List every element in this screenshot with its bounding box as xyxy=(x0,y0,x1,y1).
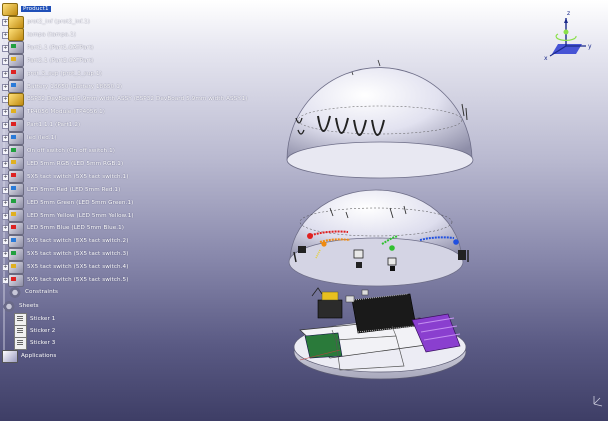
tree-constraints-label: Constraints xyxy=(25,289,59,295)
tree-item-label: 5X5 tact switch (5X5 tact switch.4) xyxy=(27,264,129,271)
base-assembly[interactable] xyxy=(293,287,467,380)
tree-item-label: prot_3_sup (prot_3_sup.1) xyxy=(27,70,102,77)
part-icon xyxy=(8,170,24,184)
part-icon xyxy=(8,196,24,210)
tree-item[interactable]: + tampa (tampa.1) xyxy=(2,28,77,42)
product-icon xyxy=(8,92,24,106)
tree-item[interactable]: +5X5 tact switch (5X5 tact switch.1) xyxy=(2,170,129,184)
tree-item-label: prot2_inf (prot2_inf.1) xyxy=(27,19,90,25)
tree-item[interactable]: + prot_3_sup (prot_3_sup.1) xyxy=(2,67,102,81)
tree-root-label: Product1 xyxy=(21,6,51,12)
tree-item[interactable]: +5X5 tact switch (5X5 tact switch.4) xyxy=(2,260,129,274)
tree-item[interactable]: + LED 5mm Yellow (LED 5mm Yellow.1) xyxy=(2,209,134,222)
tree-applications-label: Applications xyxy=(21,353,57,359)
tree-item[interactable]: + led (led.1) xyxy=(2,131,57,145)
tree-item-label: 5X5 tact switch (5X5 tact switch.1) xyxy=(27,173,129,180)
tree-item[interactable]: + LED 5mm RGB (LED 5mm RGB.1) xyxy=(2,157,124,171)
tree-item-label: 5X5 tact switch (5X5 tact switch.5) xyxy=(27,277,129,283)
product-icon xyxy=(2,2,18,16)
tree-sheet-label: Sticker 2 xyxy=(30,328,56,334)
tree-item-label: Part1.1 (Part1.CATPart) xyxy=(27,44,94,51)
tree-sheet-3[interactable]: Sticker 3 xyxy=(14,336,56,350)
compass-icon[interactable]: z y x xyxy=(538,6,598,66)
tree-item-label: LED 5mm Yellow (LED 5mm Yellow.1) xyxy=(27,212,134,219)
axis-triad-small xyxy=(593,396,603,407)
tree-item[interactable]: + Part1.1 (Part1.CATPart) xyxy=(2,41,94,55)
part-icon xyxy=(8,105,24,119)
part-icon xyxy=(8,131,24,145)
part-icon xyxy=(8,54,24,68)
part-icon xyxy=(8,247,24,261)
constraints-icon xyxy=(8,286,22,298)
tree-item-label: ESP32 DevBoard 5.9mm width ASSY (ESP32 D… xyxy=(27,96,248,103)
tree-item-label: led (led.1) xyxy=(27,135,57,142)
tree-sheet-2[interactable]: Sticker 2 xyxy=(14,324,56,338)
sheet-icon xyxy=(14,336,27,350)
upper-dome[interactable] xyxy=(286,59,474,179)
tree-item[interactable]: + Part2.1 (Part2.CATPart) xyxy=(2,54,94,68)
product-icon xyxy=(8,28,24,42)
product-icon xyxy=(8,15,24,29)
tree-item[interactable]: +5X5 tact switch (5X5 tact switch.2) xyxy=(2,234,129,248)
tree-item[interactable]: + LED 5mm Green (LED 5mm Green.1) xyxy=(2,196,134,210)
tree-item[interactable]: +5X5 tact switch (5X5 tact switch.5) xyxy=(2,273,129,287)
tree-item-label: Part2.1 (Part2.CATPart) xyxy=(27,57,94,64)
part-icon xyxy=(8,209,24,222)
tree-sheets-group-label: Sheets xyxy=(19,303,39,309)
tree-item[interactable]: + TP4056 Module (TP4056.1) xyxy=(2,105,106,119)
tree-item-label: LED 5mm Green (LED 5mm Green.1) xyxy=(27,199,134,206)
tree-sheet-1[interactable]: Sticker 1 xyxy=(14,312,56,326)
tree-item[interactable]: + Part1.1.1 (Part1.2) xyxy=(2,118,81,132)
tree-item[interactable]: + LED 5mm Red (LED 5mm Red.1) xyxy=(2,183,121,197)
tree-item-label: LED 5mm RGB (LED 5mm RGB.1) xyxy=(27,160,124,167)
tree-applications[interactable]: Applications xyxy=(2,349,57,363)
tree-item-label: On off switch (On off switch.1) xyxy=(27,148,116,154)
part-icon xyxy=(8,144,24,158)
tree-sheet-label: Sticker 3 xyxy=(30,340,56,346)
tree-item[interactable]: + prot2_inf (prot2_inf.1) xyxy=(2,15,90,29)
tree-item-label: tampa (tampa.1) xyxy=(27,31,77,38)
tree-item-label: LED 5mm Blue (LED 5mm Blue.1) xyxy=(27,225,125,232)
part-icon xyxy=(8,80,24,93)
tree-sheets-group[interactable]: Sheets xyxy=(2,300,39,312)
tree-root-product[interactable]: Product1 xyxy=(2,2,51,16)
3d-viewport[interactable]: z y x Product1 + prot2_inf (prot2_inf.1) +… xyxy=(0,0,608,421)
part-icon xyxy=(8,260,24,274)
tree-item-label: Battery 18650 (Battery 18650.1) xyxy=(27,83,123,90)
tree-item[interactable]: + LED 5mm Blue (LED 5mm Blue.1) xyxy=(2,221,125,235)
tree-item[interactable]: +5X5 tact switch (5X5 tact switch.3) xyxy=(2,247,129,261)
tree-item[interactable]: + ESP32 DevBoard 5.9mm width ASSY (ESP32 … xyxy=(2,92,248,106)
compass-axis-z: z xyxy=(567,10,570,17)
tree-item-label: 5X5 tact switch (5X5 tact switch.3) xyxy=(27,251,129,258)
tree-constraints[interactable]: Constraints xyxy=(8,286,58,298)
part-icon xyxy=(8,157,24,171)
part-icon xyxy=(8,118,24,132)
part-icon xyxy=(8,67,24,81)
compass-axis-x: x xyxy=(544,55,548,62)
sheets-group-icon xyxy=(2,300,16,312)
part-icon xyxy=(8,41,24,55)
tree-item[interactable]: + On off switch (On off switch.1) xyxy=(2,144,116,158)
tree-item-label: Part1.1.1 (Part1.2) xyxy=(27,122,81,129)
tree-sheet-label: Sticker 1 xyxy=(30,316,56,322)
part-icon xyxy=(8,183,24,197)
lower-dome[interactable] xyxy=(288,189,469,287)
tree-item-label: LED 5mm Red (LED 5mm Red.1) xyxy=(27,186,121,193)
tree-item-label: TP4056 Module (TP4056.1) xyxy=(27,109,106,116)
tree-item-label: 5X5 tact switch (5X5 tact switch.2) xyxy=(27,238,129,245)
applications-icon xyxy=(2,349,18,363)
part-icon xyxy=(8,273,24,287)
specification-tree[interactable]: Product1 + prot2_inf (prot2_inf.1) + tampa … xyxy=(0,0,300,421)
tree-item[interactable]: + Battery 18650 (Battery 18650.1) xyxy=(2,80,123,93)
part-icon xyxy=(8,221,24,235)
part-icon xyxy=(8,234,24,248)
compass-axis-y: y xyxy=(588,43,592,50)
